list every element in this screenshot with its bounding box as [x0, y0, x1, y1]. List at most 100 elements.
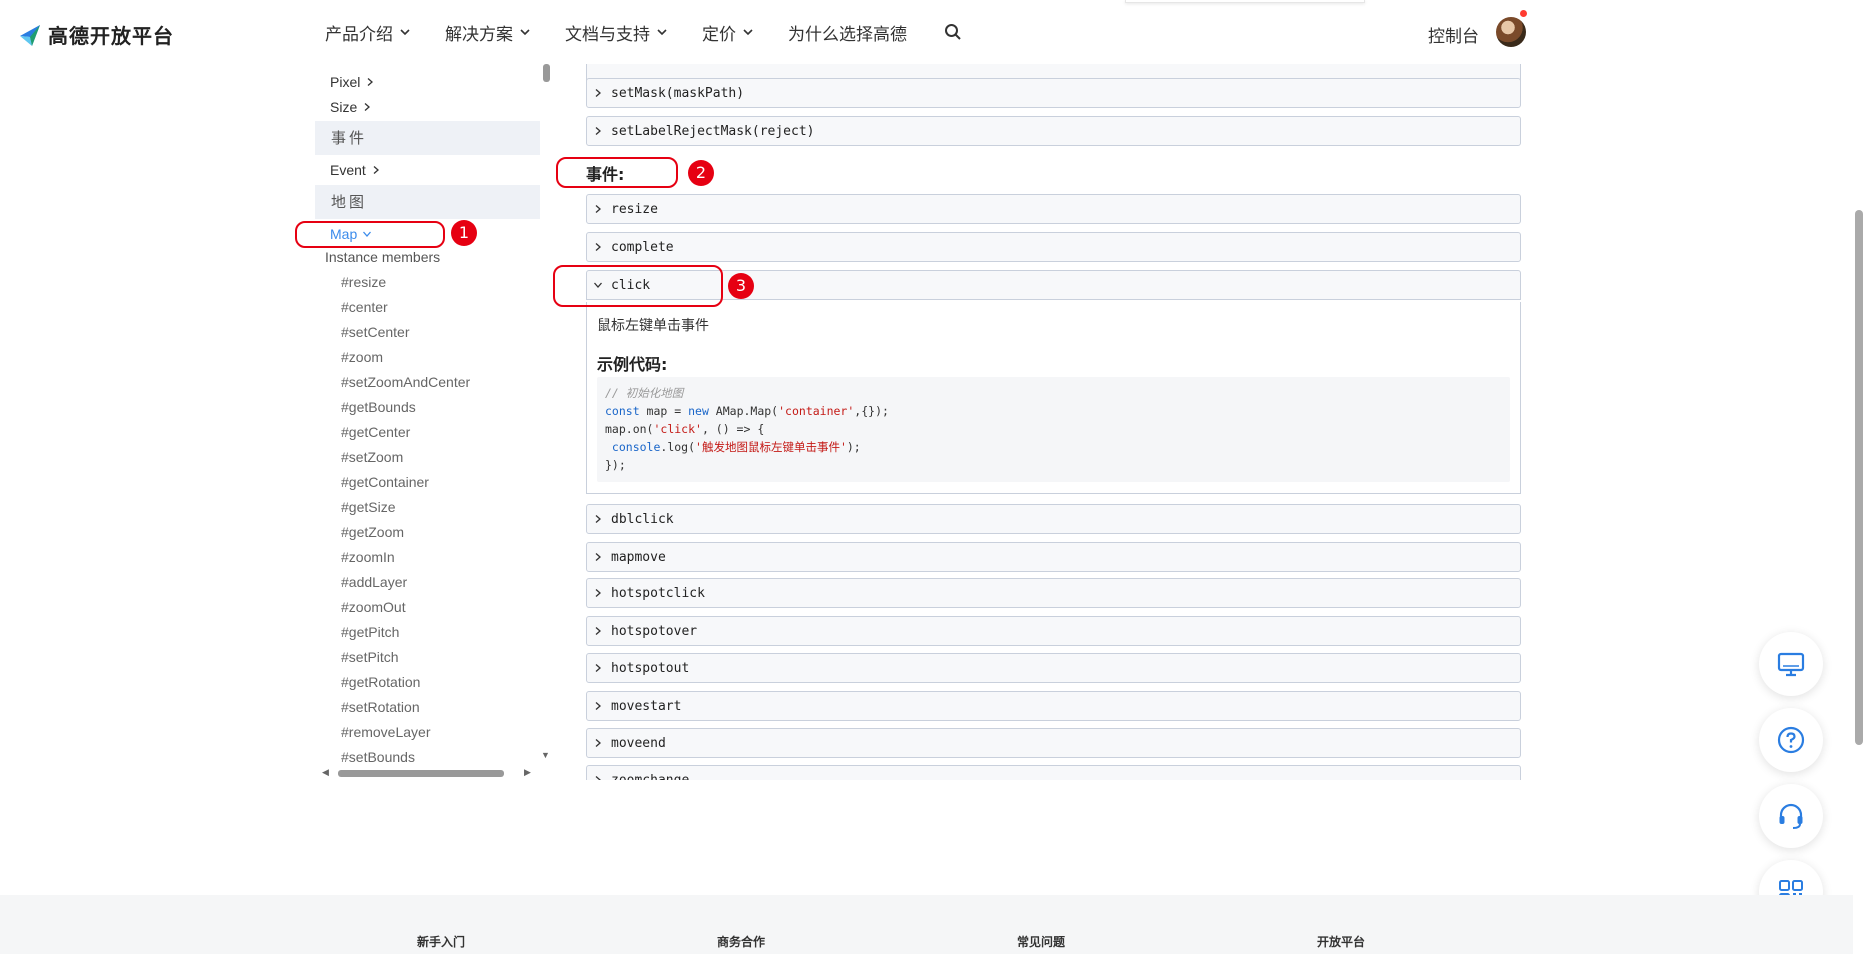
chevron-right-icon	[364, 103, 371, 111]
event-row-zoomchange[interactable]: zoomchange	[586, 765, 1521, 780]
annotation-badge: 3	[728, 273, 754, 299]
footer-link-faq[interactable]: 常见问题	[1017, 933, 1065, 950]
page-footer: 新手入门 商务合作 常见问题 开放平台	[0, 895, 1853, 954]
code-token: const	[605, 404, 640, 418]
sidebar-member[interactable]: #setPitch	[341, 649, 399, 665]
code-token: , () => {	[701, 422, 765, 436]
sidebar-section-map: 地图	[315, 185, 540, 219]
event-name: movestart	[611, 698, 682, 714]
scroll-down-arrow-icon[interactable]: ▼	[541, 750, 550, 760]
sidebar-member[interactable]: #zoom	[341, 349, 383, 365]
event-name: hotspotover	[611, 623, 698, 639]
event-row-resize[interactable]: resize	[586, 194, 1521, 224]
nav-pricing[interactable]: 定价	[702, 20, 754, 45]
instance-members-label: Instance members	[325, 249, 441, 265]
footer-link-business[interactable]: 商务合作	[717, 933, 765, 950]
help-button[interactable]	[1759, 708, 1823, 772]
customer-service-button[interactable]	[1759, 784, 1823, 848]
annotation-badge: 1	[451, 220, 477, 246]
sidebar-vertical-scrollbar[interactable]: ▼	[540, 64, 550, 764]
sidebar-item-size[interactable]: Size	[330, 99, 372, 115]
code-comment: // 初始化地图	[605, 386, 684, 400]
scroll-left-arrow-icon[interactable]: ◀	[322, 767, 329, 778]
event-row-movestart[interactable]: movestart	[586, 691, 1521, 721]
event-row-hotspotover[interactable]: hotspotover	[586, 616, 1521, 646]
method-row[interactable]: setMask(maskPath)	[586, 78, 1521, 108]
sidebar-member[interactable]: #resize	[341, 274, 386, 290]
nav-solutions-label: 解决方案	[445, 24, 513, 45]
code-token: 'click'	[653, 422, 702, 436]
sidebar-member[interactable]: #setBounds	[341, 749, 415, 765]
sidebar-member[interactable]: #setRotation	[341, 699, 420, 715]
code-token: });	[605, 458, 626, 472]
sidebar-member[interactable]: #getZoom	[341, 524, 404, 540]
sidebar-member[interactable]: #getSize	[341, 499, 395, 515]
chevron-down-icon	[743, 29, 753, 36]
event-row-moveend[interactable]: moveend	[586, 728, 1521, 758]
chevron-right-icon	[595, 89, 601, 97]
chevron-right-icon	[367, 78, 374, 86]
code-token: new	[688, 404, 709, 418]
footer-link-getting-started[interactable]: 新手入门	[417, 933, 465, 950]
sidebar-member[interactable]: #center	[341, 299, 388, 315]
code-token: AMap.Map(	[708, 404, 779, 418]
brand-logo[interactable]: 高德开放平台	[18, 20, 174, 49]
nav-products-label: 产品介绍	[325, 24, 393, 45]
sidebar-member[interactable]: #getContainer	[341, 474, 429, 490]
page-scrollbar[interactable]	[1853, 0, 1865, 954]
sidebar-member[interactable]: #getCenter	[341, 424, 410, 440]
nav-why-amap[interactable]: 为什么选择高德	[788, 20, 907, 45]
event-row-mapmove[interactable]: mapmove	[586, 542, 1521, 572]
sidebar-member[interactable]: #zoomOut	[341, 599, 406, 615]
chevron-right-icon	[595, 515, 601, 523]
sidebar-member[interactable]: #removeLayer	[341, 724, 431, 740]
scroll-right-arrow-icon[interactable]: ▶	[524, 767, 531, 778]
console-link[interactable]: 控制台	[1428, 22, 1479, 47]
sidebar-item-label: Pixel	[330, 74, 361, 90]
annotation-ring-events-heading	[556, 157, 678, 188]
event-name: complete	[611, 239, 674, 255]
nav-solutions[interactable]: 解决方案	[445, 20, 531, 45]
nav-products[interactable]: 产品介绍	[325, 20, 411, 45]
nav-why-amap-label: 为什么选择高德	[788, 24, 907, 45]
event-name: dblclick	[611, 511, 674, 527]
sidebar-member[interactable]: #setZoomAndCenter	[341, 374, 470, 390]
chevron-right-icon	[595, 205, 601, 213]
scrollbar-thumb[interactable]	[1855, 210, 1863, 745]
sidebar-member[interactable]: #getRotation	[341, 674, 420, 690]
sidebar-member[interactable]: #getPitch	[341, 624, 399, 640]
method-row[interactable]: setLabelRejectMask(reject)	[586, 116, 1521, 146]
code-token: map =	[639, 404, 689, 418]
sidebar-item-pixel[interactable]: Pixel	[330, 74, 375, 90]
example-code-block[interactable]: // 初始化地图 const map = new AMap.Map('conta…	[597, 377, 1510, 482]
screen-tool-button[interactable]	[1759, 632, 1823, 696]
event-row-dblclick[interactable]: dblclick	[586, 504, 1521, 534]
code-token: .log(	[660, 440, 696, 454]
nav-docs[interactable]: 文档与支持	[565, 20, 668, 45]
event-row-hotspotclick[interactable]: hotspotclick	[586, 578, 1521, 608]
event-name: hotspotclick	[611, 585, 705, 601]
sidebar-member[interactable]: #setZoom	[341, 449, 403, 465]
nav-docs-label: 文档与支持	[565, 24, 650, 45]
scrollbar-thumb[interactable]	[543, 64, 550, 82]
sidebar-member[interactable]: #addLayer	[341, 574, 407, 590]
scrollbar-thumb[interactable]	[338, 770, 504, 777]
event-row-complete[interactable]: complete	[586, 232, 1521, 262]
chevron-down-icon	[400, 29, 410, 36]
chevron-down-icon	[520, 29, 530, 36]
chevron-right-icon	[373, 166, 379, 174]
sidebar-member[interactable]: #getBounds	[341, 399, 416, 415]
code-token: '触发地图鼠标左键单击事件'	[695, 440, 847, 454]
sidebar-item-event[interactable]: Event	[330, 162, 381, 178]
code-token: 'container'	[778, 404, 855, 418]
event-row-click[interactable]: click	[586, 270, 1521, 300]
chevron-right-icon	[595, 739, 601, 747]
sidebar-member[interactable]: #zoomIn	[341, 549, 395, 565]
search-icon[interactable]	[943, 22, 963, 42]
sidebar-horizontal-scrollbar[interactable]: ◀ ▶	[318, 767, 540, 779]
sidebar-member[interactable]: #setCenter	[341, 324, 409, 340]
avatar[interactable]	[1496, 17, 1526, 47]
event-row-hotspotout[interactable]: hotspotout	[586, 653, 1521, 683]
footer-link-open-platform[interactable]: 开放平台	[1317, 933, 1365, 950]
dropdown-remnant	[1125, 0, 1365, 3]
